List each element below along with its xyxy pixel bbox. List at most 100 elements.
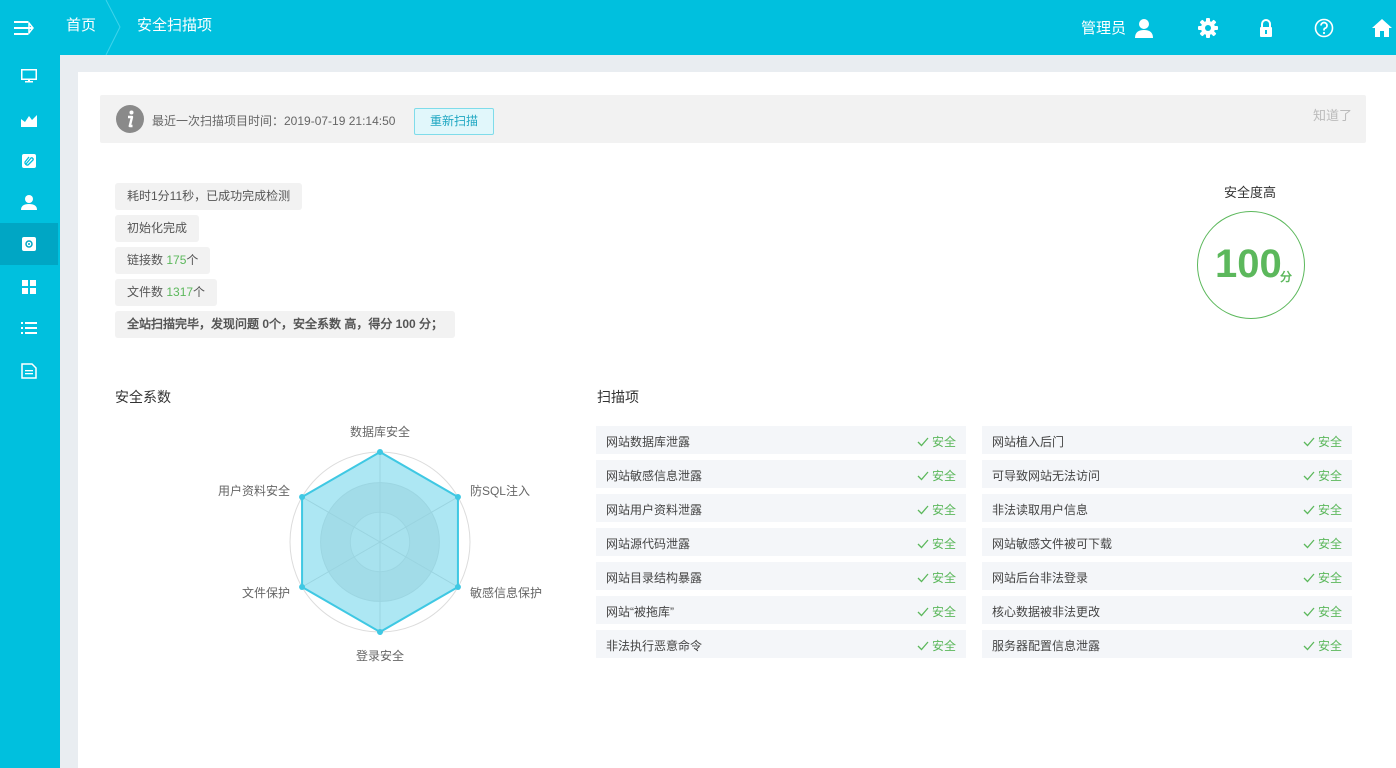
score-value: 100 [1215,242,1282,286]
links-label: 链接数 [127,253,167,267]
scan-item-row: 网站后台非法登录 安全 [982,562,1352,590]
scan-item-status: 安全 [1303,637,1342,654]
scan-item-status: 安全 [917,535,956,552]
admin-label: 管理员 [1080,20,1126,37]
check-icon [917,505,932,515]
radar-data-point [454,494,461,500]
status-label: 安全 [1317,469,1342,483]
sidebar-item-document[interactable] [0,350,58,392]
log-line-init: 初始化完成 [115,215,200,242]
attachment-icon [22,154,36,168]
status-label: 安全 [931,469,956,483]
check-icon [1303,437,1318,447]
radar-data-point [299,584,306,590]
monitor-icon [21,69,37,83]
scan-item-row: 网站源代码泄露 安全 [596,528,966,556]
radar-data-point [454,584,461,590]
main-panel: 最近一次扫描项目时间：2019-07-19 21:14:50 重新扫描 知道了 … [78,72,1396,768]
status-label: 安全 [1317,571,1342,585]
radar-axis-label: 文件保护 [242,585,290,600]
scan-item-status: 安全 [1303,535,1342,552]
sidebar-item-chart[interactable] [0,99,58,141]
radar-axis-label: 防SQL注入 [470,483,530,498]
radar-axis-label: 敏感信息保护 [470,585,542,600]
scan-item-status: 安全 [1303,433,1342,450]
status-label: 安全 [1317,503,1342,517]
radar-title: 安全系数 [115,389,171,405]
scan-item-status: 安全 [917,603,956,620]
scan-item-row: 网站植入后门 安全 [982,426,1352,454]
radar-data-point [377,629,383,635]
check-icon [1303,539,1318,549]
scan-item-row: 网站“被拖库” 安全 [596,596,966,624]
home-icon[interactable] [1372,18,1392,38]
scan-item-name: 网站敏感文件被可下载 [992,537,1113,551]
breadcrumb-current: 安全扫描项 [137,17,213,34]
scan-item-row: 网站数据库泄露 安全 [596,426,966,454]
sidebar-item-list[interactable] [0,307,58,349]
status-label: 安全 [1317,537,1342,551]
scan-items-title: 扫描项 [597,389,639,405]
check-icon [1303,505,1318,515]
files-unit: 个 [193,285,206,299]
scan-item-status: 安全 [1303,501,1342,518]
scan-item-status: 安全 [1303,467,1342,484]
sidebar [0,55,60,768]
log-line-files: 文件数 1317个 [115,279,218,306]
log-line-links: 链接数 175个 [115,247,211,274]
scan-item-status: 安全 [917,569,956,586]
scan-item-row: 服务器配置信息泄露 安全 [982,630,1352,658]
scan-item-row: 核心数据被非法更改 安全 [982,596,1352,624]
radar-data-point [377,449,383,455]
sidebar-item-attachment[interactable] [0,140,58,182]
scan-item-status: 安全 [917,501,956,518]
breadcrumb-home[interactable]: 首页 [66,0,96,55]
chart-icon [21,115,37,127]
scan-item-name: 非法执行恶意命令 [606,639,703,653]
sidebar-item-grid[interactable] [0,266,58,308]
scan-item-row: 非法读取用户信息 安全 [982,494,1352,522]
security-radar-chart: 数据库安全防SQL注入敏感信息保护登录安全 文件保护 用户资料安全 [218,424,542,662]
help-icon[interactable] [1314,18,1334,38]
scan-item-name: 网站敏感信息泄露 [606,469,703,483]
scan-item-row: 网站目录结构暴露 安全 [596,562,966,590]
files-label: 文件数 [127,285,167,299]
rescan-button[interactable]: 重新扫描 [414,108,494,135]
dismiss-link[interactable]: 知道了 [1313,105,1352,124]
check-icon [917,539,932,549]
sidebar-item-security-scan[interactable] [0,223,58,265]
scan-item-name: 核心数据被非法更改 [992,605,1101,619]
status-label: 安全 [1317,605,1342,619]
check-icon [917,641,932,651]
scan-item-row: 非法执行恶意命令 安全 [596,630,966,658]
scan-item-row: 可导致网站无法访问 安全 [982,460,1352,488]
status-label: 安全 [931,435,956,449]
scan-item-status: 安全 [917,637,956,654]
log-line-duration: 耗时1分11秒，已成功完成检测 [115,183,303,210]
sidebar-item-monitor[interactable] [0,55,58,97]
status-label: 安全 [931,571,956,585]
score-badge: 100 分 [1197,211,1305,319]
scan-item-name: 网站目录结构暴露 [606,571,703,585]
radar-axis-label: 登录安全 [356,648,404,662]
scan-item-status: 安全 [1303,603,1342,620]
status-label: 安全 [931,605,956,619]
security-scan-icon [22,237,36,251]
scan-notice: 最近一次扫描项目时间：2019-07-19 21:14:50 重新扫描 知道了 [100,95,1366,143]
scan-item-status: 安全 [917,433,956,450]
admin-user-menu[interactable]: 管理员 [1081,17,1154,38]
files-count: 1317 [166,285,194,299]
sidebar-item-user[interactable] [0,181,58,223]
status-label: 安全 [1317,435,1342,449]
info-icon [116,105,144,133]
lock-icon[interactable] [1256,18,1276,38]
gear-icon[interactable] [1198,17,1218,38]
status-label: 安全 [931,537,956,551]
security-level-title: 安全度高 [1224,185,1277,200]
menu-toggle-icon[interactable] [0,0,48,55]
scan-item-name: 可导致网站无法访问 [992,469,1101,483]
check-icon [1303,471,1318,481]
check-icon [917,471,932,481]
scan-item-name: 网站后台非法登录 [992,571,1089,585]
log-line-summary: 全站扫描完毕，发现问题 0个，安全系数 高，得分 100 分； [115,311,456,338]
